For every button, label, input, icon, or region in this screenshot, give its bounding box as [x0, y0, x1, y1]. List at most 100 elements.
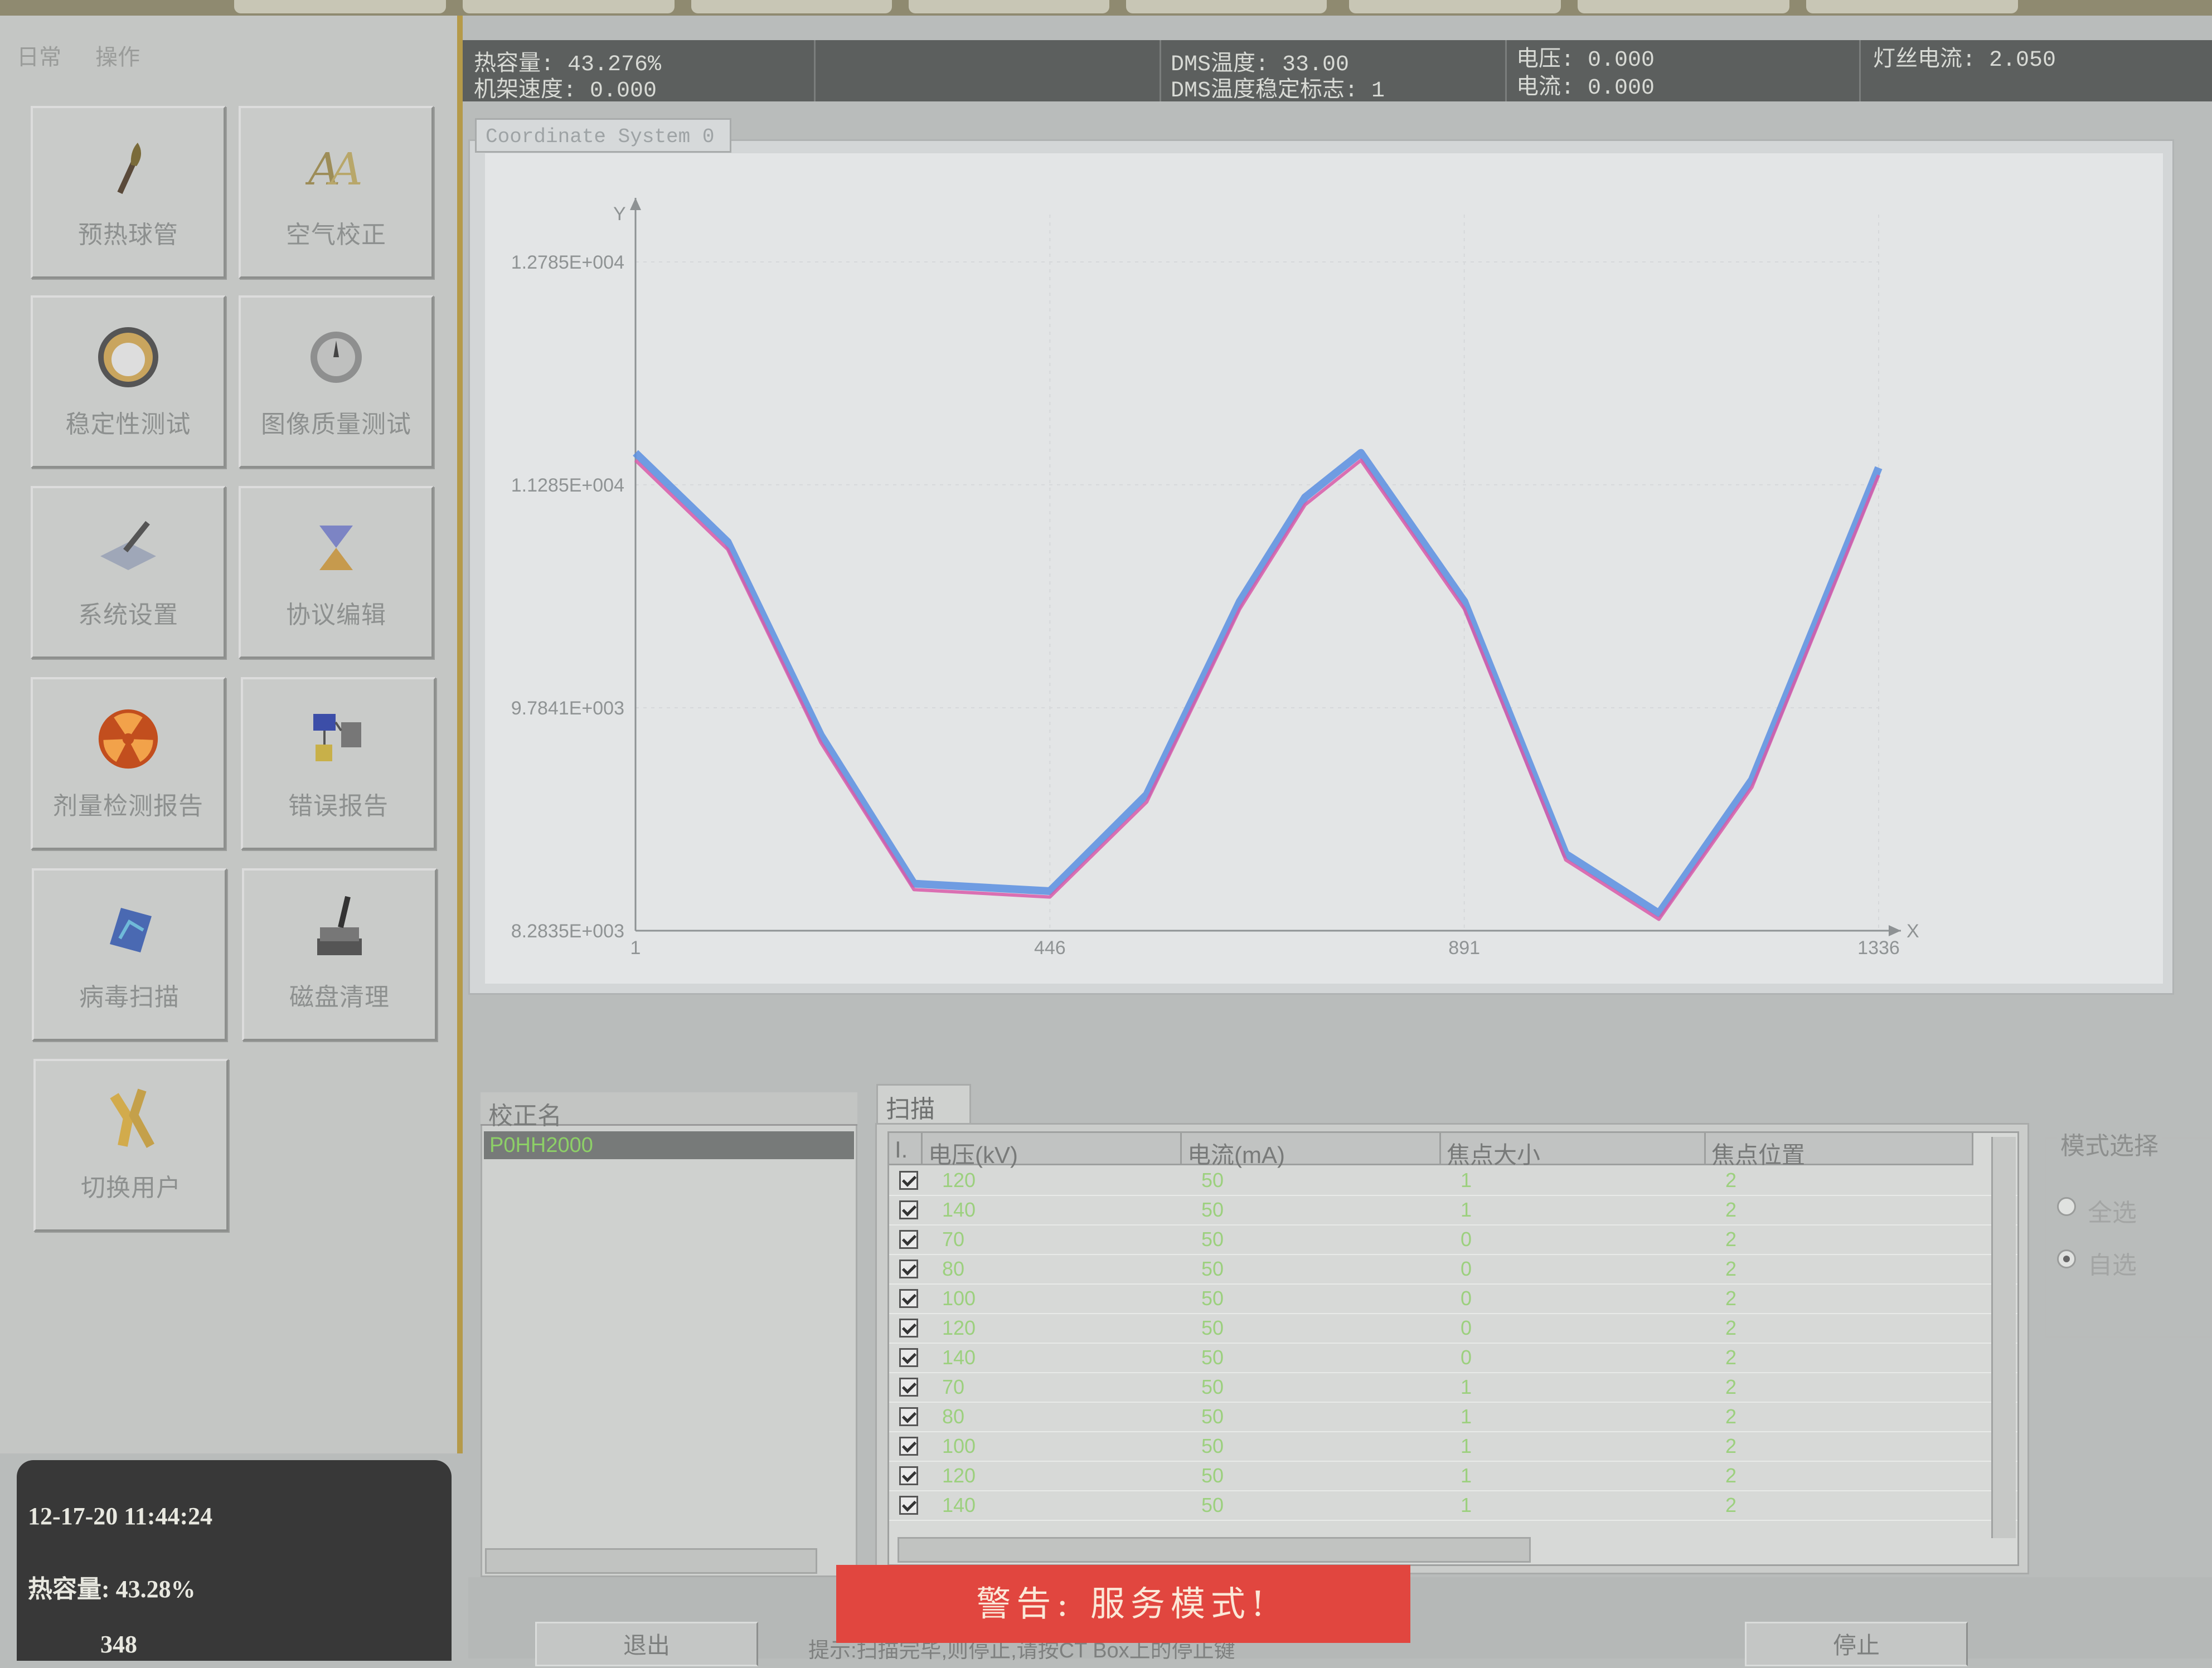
row-checkbox[interactable] [899, 1289, 918, 1308]
cell-focus-position: 2 [1725, 1257, 1737, 1280]
column-header-focus-size[interactable]: 焦点大小 [1441, 1133, 1706, 1168]
table-row[interactable]: 80 50 0 2 [889, 1254, 2017, 1285]
table-row[interactable]: 80 50 1 2 [889, 1402, 2017, 1432]
cell-focus-size: 0 [1461, 1287, 1472, 1310]
top-strip-tab [1349, 0, 1561, 13]
cell-voltage: 80 [942, 1257, 965, 1280]
tool-label: 切换用户 [81, 1174, 181, 1202]
top-strip-tab [909, 0, 1109, 13]
tool-label: 系统设置 [78, 601, 178, 629]
list-horizontal-scrollbar[interactable] [485, 1548, 817, 1574]
list-item-label: P0HH2000 [489, 1134, 593, 1157]
cell-current: 50 [1201, 1494, 1224, 1516]
radio-select-all[interactable] [2057, 1197, 2076, 1216]
cell-focus-size: 1 [1461, 1375, 1472, 1398]
status-info-bar: 热容量: 43.276% 机架速度: 0.000 DMS温度: 33.00 DM… [463, 40, 2212, 104]
table-row[interactable]: 120 50 0 2 [889, 1313, 2017, 1344]
waveform-chart: 1.2785E+004 1.1285E+004 9.7841E+003 8.2835E… [485, 153, 2163, 984]
disk-cleanup-button[interactable]: 磁盘清理 [242, 868, 437, 1041]
cell-focus-size: 0 [1461, 1257, 1472, 1280]
row-checkbox[interactable] [899, 1378, 918, 1397]
switch-user-button[interactable]: 切换用户 [33, 1059, 229, 1232]
table-row[interactable]: 140 50 1 2 [889, 1490, 2017, 1521]
table-row[interactable]: 100 50 0 2 [889, 1283, 2017, 1314]
dose-report-button[interactable]: 剂量检测报告 [31, 677, 226, 850]
row-checkbox[interactable] [899, 1348, 918, 1367]
row-checkbox[interactable] [899, 1200, 918, 1219]
row-checkbox[interactable] [899, 1230, 918, 1249]
cell-focus-size: 1 [1461, 1405, 1472, 1428]
table-row[interactable]: 70 50 0 2 [889, 1224, 2017, 1255]
row-checkbox[interactable] [899, 1407, 918, 1426]
stop-button[interactable]: 停止 [1745, 1622, 1968, 1666]
cell-voltage: 120 [942, 1316, 976, 1339]
left-tab-bar: 日常 操作 [17, 39, 190, 95]
x-axis-label: X [1907, 921, 1919, 942]
list-item-selected[interactable]: P0HH2000 [484, 1131, 854, 1159]
calibration-list[interactable] [481, 1092, 857, 1577]
cell-focus-size: 1 [1461, 1434, 1472, 1457]
tab-operation[interactable]: 操作 [95, 39, 140, 71]
info-gantry-speed: 机架速度: 0.000 [474, 79, 657, 104]
row-checkbox[interactable] [899, 1319, 918, 1338]
table-row[interactable]: 140 50 0 2 [889, 1343, 2017, 1373]
table-row[interactable]: 120 50 1 2 [889, 1165, 2017, 1196]
info-current: 电流: 0.000 [1516, 76, 1655, 101]
info-dms-temp-stable: DMS温度稳定标志: 1 [1171, 79, 1385, 104]
row-checkbox[interactable] [899, 1171, 918, 1190]
x-tick-label: 891 [1448, 937, 1480, 959]
info-divider [1859, 40, 1861, 101]
y-tick-label: 8.2835E+003 [511, 921, 624, 942]
cell-voltage: 120 [942, 1464, 976, 1487]
image-quality-test-button[interactable]: 图像质量测试 [239, 295, 434, 468]
table-row[interactable]: 120 50 1 2 [889, 1461, 2017, 1491]
table-row[interactable]: 70 50 1 2 [889, 1372, 2017, 1403]
air-calibration-button[interactable]: AA 空气校正 [239, 106, 434, 279]
column-header-index[interactable]: I. [889, 1133, 923, 1165]
table-vertical-scrollbar[interactable] [1991, 1137, 2016, 1538]
warmup-tube-button[interactable]: 预热球管 [31, 106, 226, 279]
cell-current: 50 [1201, 1287, 1224, 1310]
cell-focus-position: 2 [1725, 1464, 1737, 1487]
protocol-edit-button[interactable]: 协议编辑 [239, 486, 434, 659]
tab-scan[interactable]: 扫描 [876, 1084, 971, 1124]
column-header-current[interactable]: 电流(mA) [1182, 1133, 1441, 1168]
y-axis-label: Y [613, 203, 626, 225]
column-header-focus-position[interactable]: 焦点位置 [1706, 1133, 1973, 1168]
cell-focus-position: 2 [1725, 1198, 1737, 1221]
error-report-icon [305, 706, 372, 772]
tab-daily[interactable]: 日常 [17, 39, 61, 71]
cell-voltage: 70 [942, 1375, 965, 1398]
cell-voltage: 120 [942, 1169, 976, 1192]
cell-focus-size: 0 [1461, 1346, 1472, 1369]
row-checkbox[interactable] [899, 1496, 918, 1515]
system-settings-button[interactable]: 系统设置 [31, 486, 226, 659]
virus-scan-button[interactable]: 病毒扫描 [32, 868, 227, 1041]
info-divider [814, 40, 816, 101]
cell-focus-position: 2 [1725, 1375, 1737, 1398]
row-checkbox[interactable] [899, 1437, 918, 1456]
radio-custom-select-label: 自选 [2088, 1252, 2137, 1279]
stability-test-button[interactable]: 稳定性测试 [31, 295, 226, 468]
scan-table: I. 电压(kV) 电流(mA) 焦点大小 焦点位置 120 50 1 2 140 50 1… [887, 1131, 2019, 1566]
cell-voltage: 100 [942, 1434, 976, 1457]
svg-text:A: A [327, 143, 363, 195]
table-row[interactable]: 100 50 1 2 [889, 1431, 2017, 1462]
top-strip-tab [691, 0, 892, 13]
table-horizontal-scrollbar[interactable] [898, 1537, 1531, 1563]
table-row[interactable]: 140 50 1 2 [889, 1195, 2017, 1226]
tab-coordinate-system[interactable]: Coordinate System 0 [475, 118, 731, 153]
exit-button[interactable]: 退出 [535, 1622, 758, 1666]
cell-voltage: 80 [942, 1405, 965, 1428]
column-header-voltage[interactable]: 电压(kV) [923, 1133, 1182, 1168]
cell-voltage: 140 [942, 1346, 976, 1369]
torch-icon [95, 134, 162, 201]
error-report-button[interactable]: 错误报告 [241, 677, 436, 850]
info-divider [1160, 40, 1161, 101]
tool-label: 预热球管 [78, 221, 178, 249]
radio-custom-select[interactable] [2057, 1249, 2076, 1268]
cell-focus-position: 2 [1725, 1287, 1737, 1310]
tool-label: 协议编辑 [286, 601, 386, 629]
row-checkbox[interactable] [899, 1466, 918, 1485]
row-checkbox[interactable] [899, 1259, 918, 1278]
